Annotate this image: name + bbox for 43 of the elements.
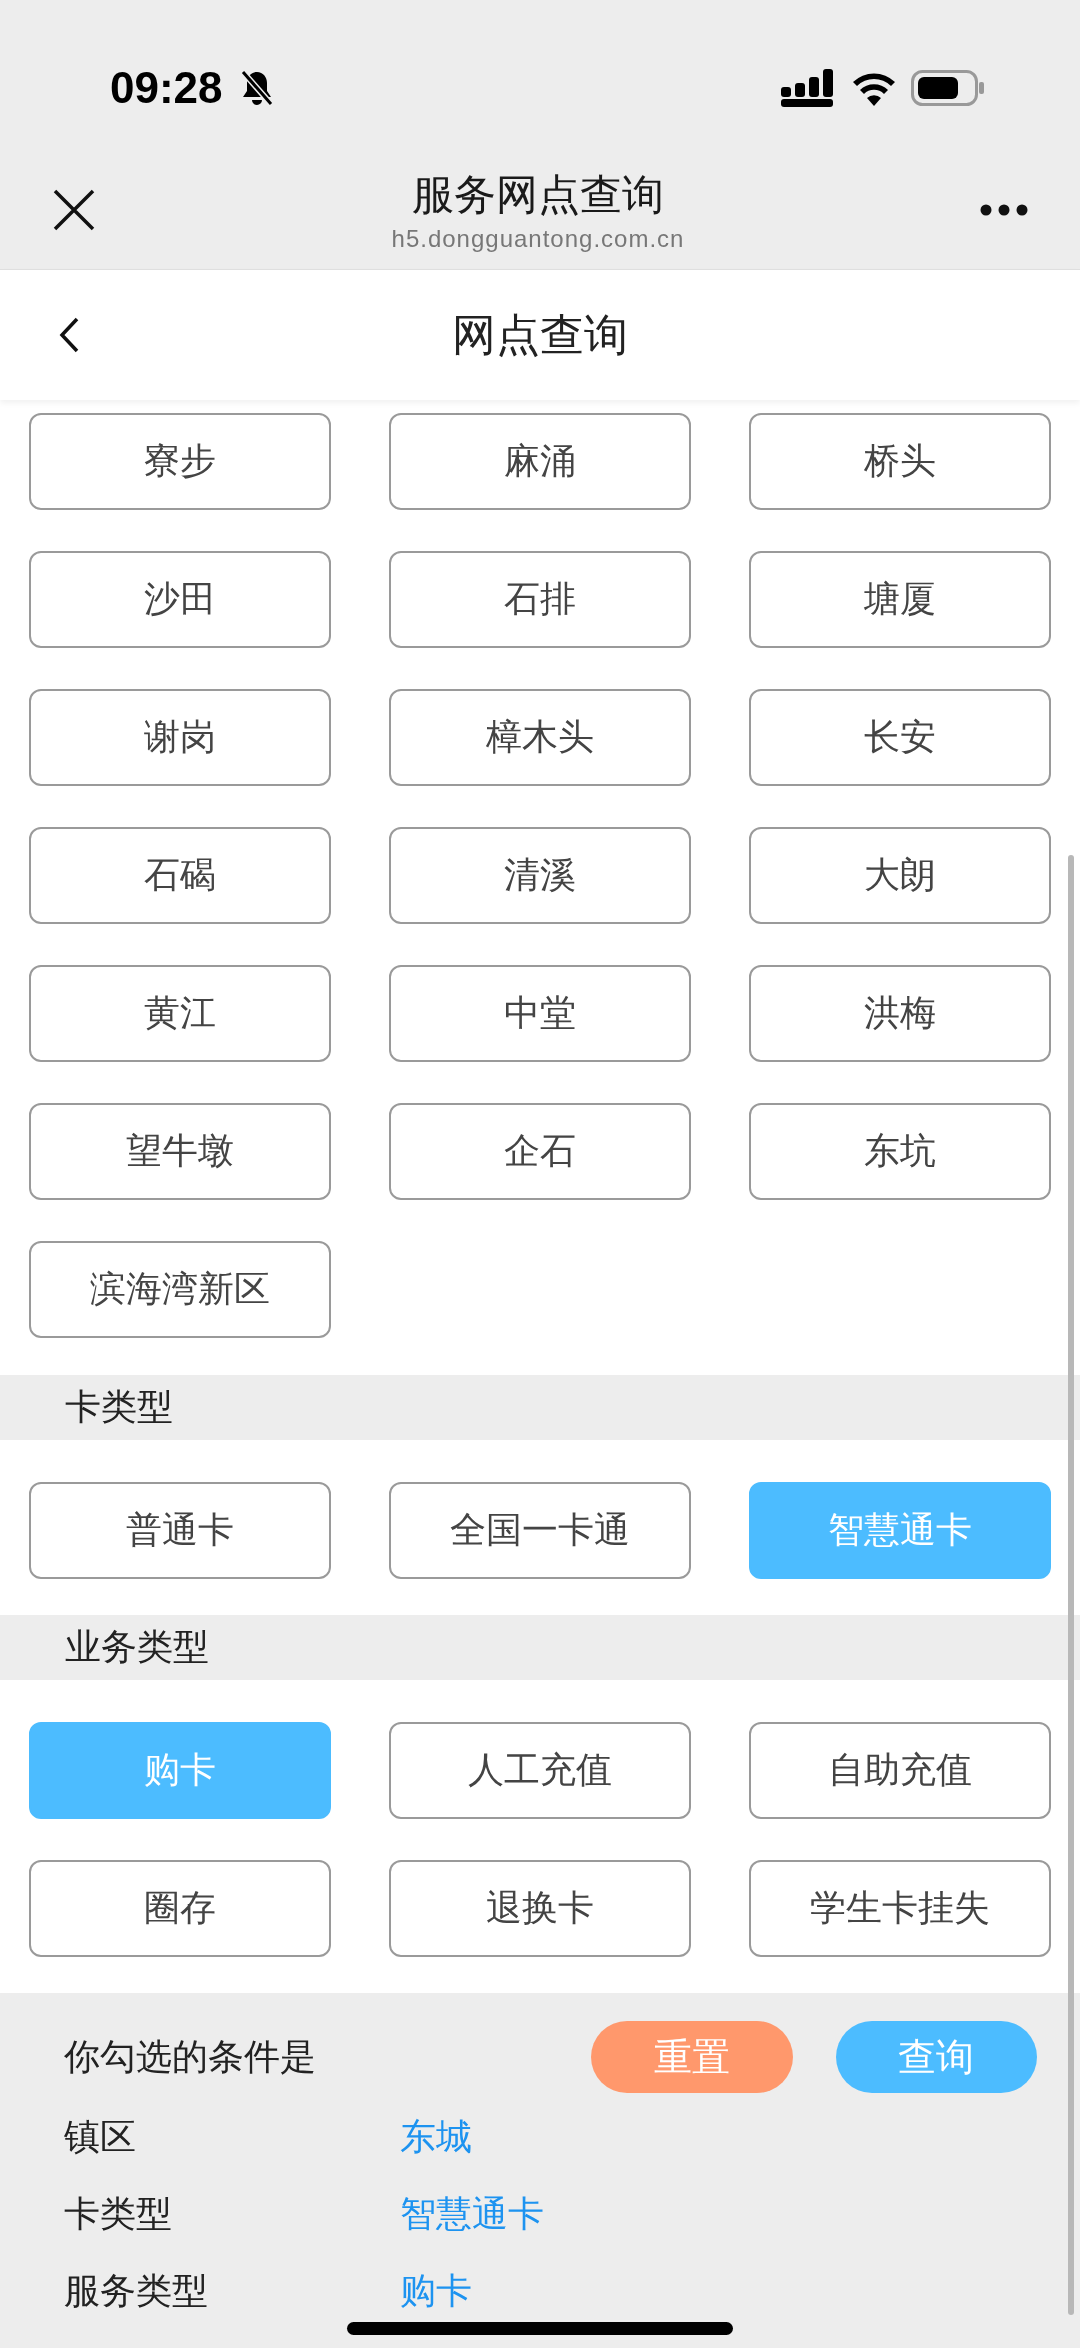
option-button[interactable]: 全国一卡通: [389, 1482, 691, 1579]
option-button[interactable]: 沙田: [29, 551, 331, 648]
option-button[interactable]: 普通卡: [29, 1482, 331, 1579]
option-button[interactable]: 滨海湾新区: [29, 1241, 331, 1338]
option-button[interactable]: 樟木头: [389, 689, 691, 786]
option-button[interactable]: 清溪: [389, 827, 691, 924]
option-button[interactable]: 大朗: [749, 827, 1051, 924]
section-title: 卡类型: [65, 1385, 173, 1429]
option-button[interactable]: 自助充值: [749, 1722, 1051, 1819]
status-time: 09:28: [110, 62, 223, 113]
option-button[interactable]: 寮步: [29, 413, 331, 510]
option-button[interactable]: 桥头: [749, 413, 1051, 510]
option-button[interactable]: 塘厦: [749, 551, 1051, 648]
option-button[interactable]: 学生卡挂失: [749, 1860, 1051, 1957]
option-button[interactable]: 人工充值: [389, 1722, 691, 1819]
option-button[interactable]: 石排: [389, 551, 691, 648]
option-button[interactable]: 谢岗: [29, 689, 331, 786]
browser-title: 服务网点查询: [412, 168, 664, 221]
condition-label: 镇区: [64, 2115, 137, 2159]
condition-value: 东城: [400, 2115, 472, 2159]
option-button[interactable]: 黄江: [29, 965, 331, 1062]
option-button[interactable]: 洪梅: [749, 965, 1051, 1062]
page-title: 网点查询: [452, 307, 628, 362]
condition-value: 购卡: [400, 2269, 472, 2313]
option-button[interactable]: 中堂: [389, 965, 691, 1062]
summary-heading: 你勾选的条件是: [64, 2034, 317, 2079]
browser-url: h5.dongguantong.com.cn: [391, 224, 685, 253]
option-button[interactable]: 长安: [749, 689, 1051, 786]
back-icon[interactable]: [58, 316, 80, 354]
condition-label: 卡类型: [64, 2192, 173, 2236]
battery-icon: [911, 69, 985, 106]
close-icon[interactable]: [52, 187, 96, 232]
option-button[interactable]: 望牛墩: [29, 1103, 331, 1200]
option-button[interactable]: 圈存: [29, 1860, 331, 1957]
option-button[interactable]: 企石: [389, 1103, 691, 1200]
section-title: 业务类型: [65, 1625, 209, 1669]
condition-value: 智慧通卡: [400, 2192, 544, 2236]
condition-label: 服务类型: [64, 2269, 209, 2313]
more-icon[interactable]: [980, 203, 1028, 216]
option-button[interactable]: 退换卡: [389, 1860, 691, 1957]
option-button[interactable]: 石碣: [29, 827, 331, 924]
option-button[interactable]: 麻涌: [389, 413, 691, 510]
option-button[interactable]: 东坑: [749, 1103, 1051, 1200]
